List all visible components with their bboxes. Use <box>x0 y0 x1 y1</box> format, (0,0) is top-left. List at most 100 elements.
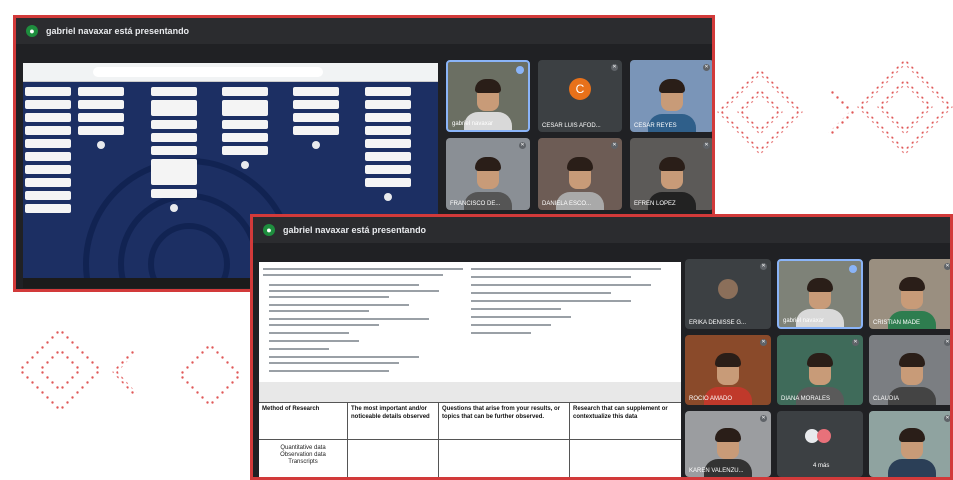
board-column <box>222 87 268 169</box>
participant-tile[interactable]: gabriel navaxar <box>446 60 530 132</box>
mic-off-icon: ✕ <box>703 142 710 149</box>
board-card[interactable] <box>78 100 124 109</box>
board-column <box>293 87 339 149</box>
board-card[interactable] <box>78 126 124 135</box>
board-card[interactable] <box>151 100 197 116</box>
presenter-title: gabriel navaxar está presentando <box>46 26 190 36</box>
board-card[interactable] <box>365 165 411 174</box>
board-card[interactable] <box>151 120 197 129</box>
board-card[interactable] <box>151 146 197 155</box>
board-card[interactable] <box>151 133 197 142</box>
presenting-icon: ● <box>263 224 275 236</box>
table-header: Research that can supplement or contextu… <box>573 406 668 420</box>
participant-video <box>807 277 833 292</box>
board-card[interactable] <box>25 126 71 135</box>
shared-document: Method of Research The most important an… <box>259 262 681 477</box>
participant-video <box>475 79 501 94</box>
participant-name: DANIELA ESCO... <box>542 201 592 207</box>
board-card[interactable] <box>293 113 339 122</box>
board-card[interactable] <box>222 120 268 129</box>
board-column <box>78 87 124 149</box>
participant-name: DIANA MORALES <box>781 396 831 402</box>
presenter-title: gabriel navaxar está presentando <box>283 225 427 235</box>
speaking-icon <box>516 66 524 74</box>
board-card[interactable] <box>222 133 268 142</box>
participant-tile[interactable]: ✕ ROCIO AMADO <box>685 335 771 405</box>
participant-name: CESAR REYES <box>634 123 677 129</box>
mic-off-icon: ✕ <box>703 64 710 71</box>
speaking-icon <box>849 265 857 273</box>
add-card-icon[interactable] <box>384 193 392 201</box>
participant-video <box>715 353 741 368</box>
board-card[interactable] <box>293 100 339 109</box>
board-card[interactable] <box>25 191 71 200</box>
mic-off-icon: ✕ <box>611 142 618 149</box>
participant-tile[interactable]: ✕ EFREN LOPEZ <box>630 138 712 210</box>
participant-name: CLAUDIA <box>873 396 900 402</box>
participant-tile[interactable]: ✕ CRISTIAN MADE <box>869 259 950 329</box>
add-card-icon[interactable] <box>312 141 320 149</box>
participant-avatar <box>817 429 831 443</box>
board-card[interactable] <box>25 87 71 96</box>
board-card[interactable] <box>25 204 71 213</box>
participant-tile[interactable]: ✕ FRANCISCO DE... <box>446 138 530 210</box>
mic-off-icon: ✕ <box>760 263 767 270</box>
board-card[interactable] <box>25 152 71 161</box>
board-card[interactable] <box>25 165 71 174</box>
presenting-icon: ● <box>26 25 38 37</box>
board-card[interactable] <box>293 126 339 135</box>
doc-divider <box>259 382 681 402</box>
participant-tile[interactable]: ✕ DIANA MORALES <box>777 335 863 405</box>
board-card[interactable] <box>365 87 411 96</box>
participant-video <box>899 277 925 292</box>
board-card[interactable] <box>365 126 411 135</box>
board-card[interactable] <box>25 113 71 122</box>
mic-off-icon: ✕ <box>852 339 859 346</box>
board-card[interactable] <box>78 87 124 96</box>
add-card-icon[interactable] <box>170 204 178 212</box>
table-header: Questions that arise from your results, … <box>442 406 561 420</box>
participant-name: KAREN VALENZU... <box>689 468 744 474</box>
meet-title-bar: ● gabriel navaxar está presentando <box>16 18 712 44</box>
board-card[interactable] <box>365 100 411 109</box>
board-card[interactable] <box>151 87 197 96</box>
more-participants-tile[interactable]: 4 más <box>777 411 863 477</box>
board-card[interactable] <box>25 100 71 109</box>
participant-name: ERIKA DENISSE G... <box>689 320 747 326</box>
board-card[interactable] <box>293 87 339 96</box>
board-card[interactable] <box>25 178 71 187</box>
meet-title-bar: ● gabriel navaxar está presentando <box>253 217 950 243</box>
participant-tile[interactable]: ✕ KAREN VALENZU... <box>685 411 771 477</box>
board-card[interactable] <box>222 146 268 155</box>
participant-name: CRISTIAN MADE <box>873 320 921 326</box>
participant-video <box>888 459 936 477</box>
board-card[interactable] <box>365 178 411 187</box>
participant-tile[interactable]: gabriel navaxar <box>777 259 863 329</box>
board-card[interactable] <box>365 152 411 161</box>
board-card[interactable] <box>365 139 411 148</box>
meet-window-2: ● gabriel navaxar está presentando Metho… <box>250 214 953 480</box>
participant-tile[interactable]: ✕ DANIELA ESCO... <box>538 138 622 210</box>
board-column <box>365 87 411 201</box>
participant-name: gabriel navaxar <box>452 121 494 127</box>
board-card[interactable] <box>365 113 411 122</box>
board-card[interactable] <box>25 139 71 148</box>
participant-tile[interactable]: ✕ CESAR REYES <box>630 60 712 132</box>
participant-tile[interactable]: ✕ <box>869 411 950 477</box>
board-column <box>151 87 197 212</box>
board-card[interactable] <box>222 100 268 116</box>
participant-name: ROCIO AMADO <box>689 396 733 402</box>
mic-off-icon: ✕ <box>944 415 950 422</box>
add-card-icon[interactable] <box>241 161 249 169</box>
board-card[interactable] <box>78 113 124 122</box>
participant-tile[interactable]: ✕ ERIKA DENISSE G... <box>685 259 771 329</box>
mic-off-icon: ✕ <box>944 263 950 270</box>
board-card[interactable] <box>222 87 268 96</box>
mic-off-icon: ✕ <box>944 339 950 346</box>
participant-tile[interactable]: ✕ C CESAR LUIS AFOD... <box>538 60 622 132</box>
address-bar <box>93 67 323 77</box>
board-card[interactable] <box>151 189 197 198</box>
board-card[interactable] <box>151 159 197 185</box>
participant-tile[interactable]: ✕ CLAUDIA <box>869 335 950 405</box>
add-card-icon[interactable] <box>97 141 105 149</box>
